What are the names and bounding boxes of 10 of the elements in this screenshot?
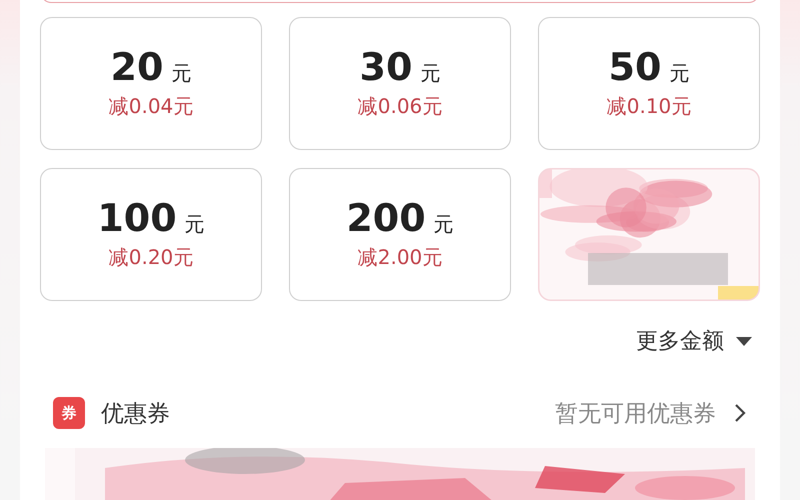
amount-option[interactable]: 50 元 减0.10元 — [538, 17, 760, 150]
amount-option[interactable]: 20 元 减0.04元 — [40, 17, 262, 150]
chevron-right-icon — [734, 403, 746, 423]
more-amounts-link[interactable]: 更多金额 — [636, 323, 752, 359]
coupon-status-link[interactable]: 暂无可用优惠券 — [555, 398, 746, 428]
coupon-title: 优惠券 — [101, 400, 170, 428]
amount-option[interactable]: 100 元 减0.20元 — [40, 168, 262, 301]
amount-option[interactable]: 30 元 减0.06元 — [289, 17, 511, 150]
amount-option[interactable]: 200 元 减2.00元 — [289, 168, 511, 301]
coupon-icon: 券 — [53, 397, 85, 429]
